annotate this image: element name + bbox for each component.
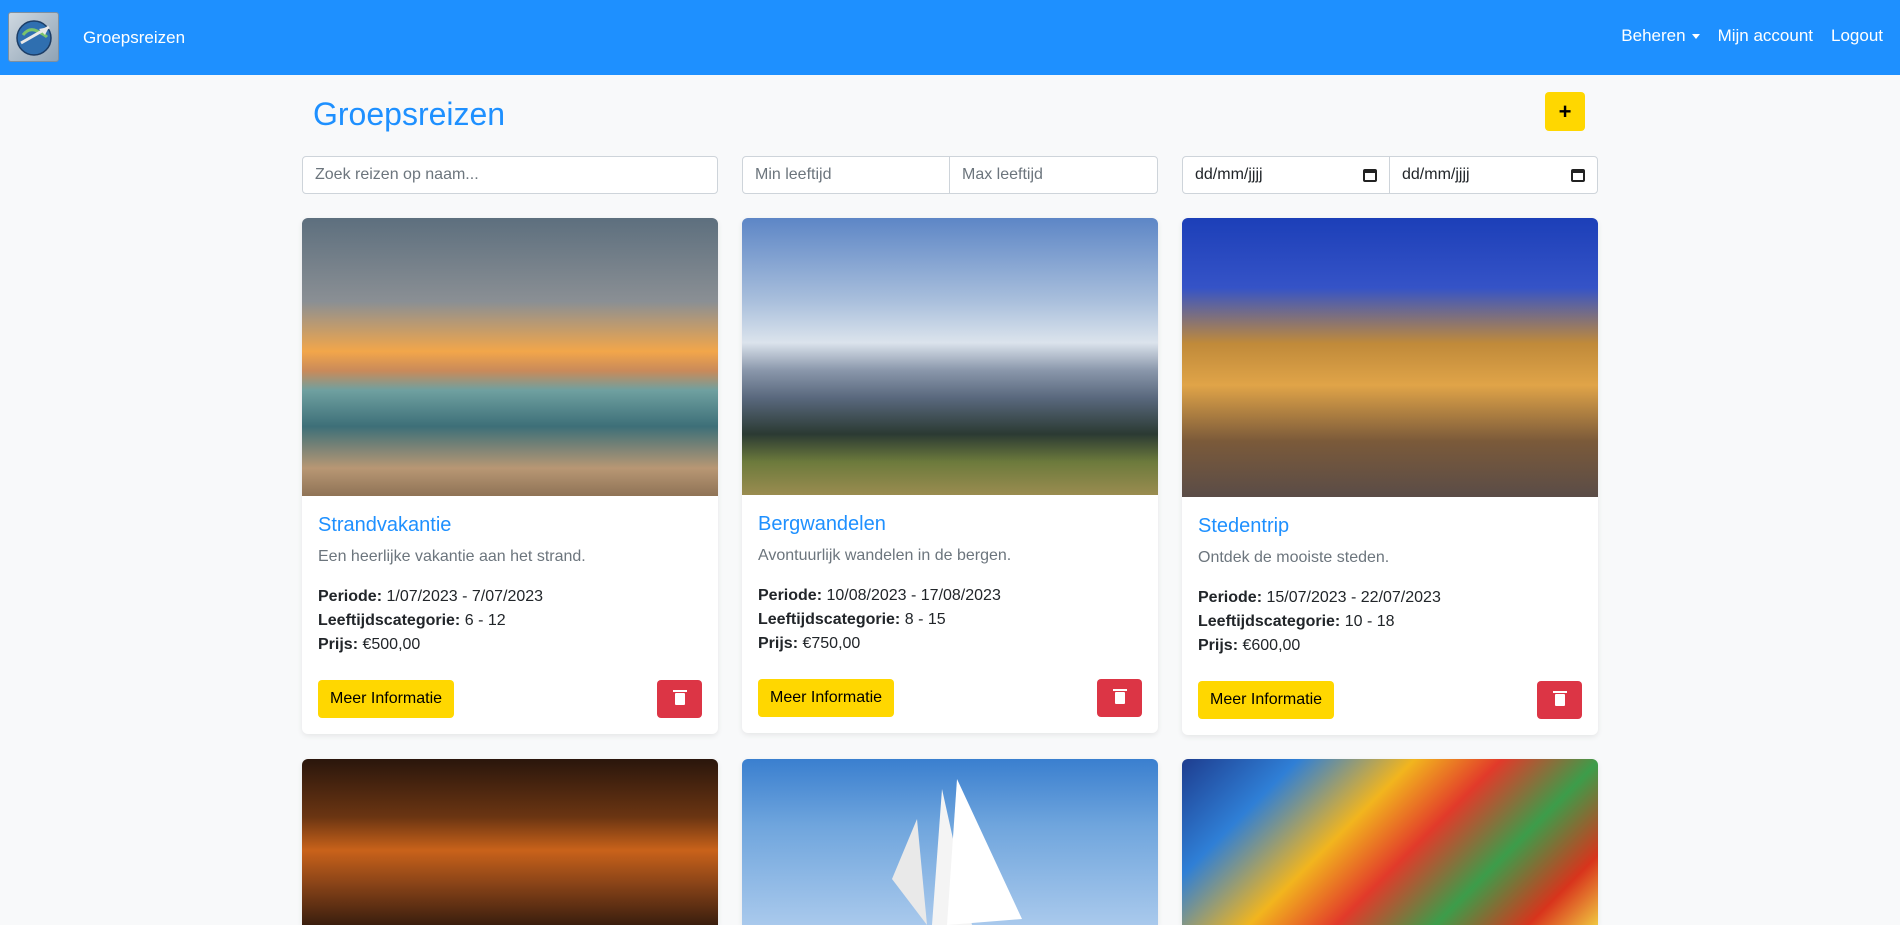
periode-label: Periode:	[1198, 589, 1263, 606]
trip-image-painting	[1182, 759, 1598, 925]
date-to-input[interactable]: dd/mm/jjjj	[1389, 156, 1598, 194]
nav-logout-link[interactable]: Logout	[1831, 26, 1883, 46]
trash-icon	[1552, 691, 1567, 706]
periode-label: Periode:	[318, 588, 383, 605]
date-to-value: dd/mm/jjjj	[1402, 166, 1470, 183]
meer-informatie-button[interactable]: Meer Informatie	[1198, 681, 1335, 719]
prijs-value: €600,00	[1242, 637, 1301, 654]
prijs-label: Prijs:	[758, 635, 799, 652]
nav-beheren-dropdown[interactable]: Beheren	[1621, 26, 1700, 46]
page-title: Groepsreizen	[313, 96, 506, 132]
periode-value: 1/07/2023 - 7/07/2023	[386, 588, 544, 605]
delete-button[interactable]	[657, 680, 702, 718]
calendar-icon[interactable]	[1363, 168, 1377, 182]
trip-image-forest	[302, 759, 718, 925]
periode-value: 10/08/2023 - 17/08/2023	[826, 587, 1001, 604]
navbar: Groepsreizen Beheren Mijn account Logout	[0, 0, 1900, 75]
trip-title: Stedentrip	[1198, 515, 1290, 537]
nav-beheren-label: Beheren	[1621, 26, 1686, 45]
meer-informatie-button[interactable]: Meer Informatie	[758, 679, 895, 717]
trip-card	[1182, 759, 1598, 925]
trip-title: Strandvakantie	[318, 514, 452, 536]
trip-card: Strandvakantie Een heerlijke vakantie aa…	[302, 218, 718, 734]
trip-prijs: Prijs: €750,00	[758, 635, 860, 653]
date-from-value: dd/mm/jjjj	[1195, 166, 1263, 183]
delete-button[interactable]	[1097, 679, 1142, 717]
prijs-label: Prijs:	[1198, 637, 1239, 654]
prijs-value: €500,00	[362, 636, 421, 653]
leeftijd-label: Leeftijdscategorie:	[318, 612, 461, 629]
trip-card: Stedentrip Ontdek de mooiste steden. Per…	[1182, 218, 1598, 735]
search-input[interactable]	[302, 156, 718, 194]
calendar-icon[interactable]	[1571, 168, 1585, 182]
trip-periode: Periode: 15/07/2023 - 22/07/2023	[1198, 589, 1441, 607]
trip-image-city	[1182, 218, 1598, 497]
chevron-down-icon	[1691, 34, 1700, 40]
trip-card	[302, 759, 718, 925]
leeftijd-label: Leeftijdscategorie:	[1198, 613, 1341, 630]
nav-account-link[interactable]: Mijn account	[1718, 26, 1813, 46]
prijs-label: Prijs:	[318, 636, 359, 653]
periode-value: 15/07/2023 - 22/07/2023	[1266, 589, 1441, 606]
trip-description: Avontuurlijk wandelen in de bergen.	[758, 547, 1012, 564]
trip-periode: Periode: 10/08/2023 - 17/08/2023	[758, 587, 1001, 605]
trip-title: Bergwandelen	[758, 513, 886, 535]
leeftijd-label: Leeftijdscategorie:	[758, 611, 901, 628]
trip-prijs: Prijs: €600,00	[1198, 637, 1300, 655]
periode-label: Periode:	[758, 587, 823, 604]
trip-description: Ontdek de mooiste steden.	[1198, 549, 1390, 566]
trip-card: Bergwandelen Avontuurlijk wandelen in de…	[742, 218, 1158, 733]
add-trip-button[interactable]: +	[1545, 92, 1585, 131]
leeftijd-value: 10 - 18	[1344, 613, 1395, 630]
trip-leeftijd: Leeftijdscategorie: 10 - 18	[1198, 613, 1395, 631]
max-age-input[interactable]	[949, 156, 1158, 194]
leeftijd-value: 8 - 15	[904, 611, 946, 628]
prijs-value: €750,00	[802, 635, 861, 652]
date-from-input[interactable]: dd/mm/jjjj	[1182, 156, 1390, 194]
trip-prijs: Prijs: €500,00	[318, 636, 420, 654]
trip-leeftijd: Leeftijdscategorie: 6 - 12	[318, 612, 506, 630]
min-age-input[interactable]	[742, 156, 950, 194]
brand-link[interactable]: Groepsreizen	[83, 28, 185, 48]
delete-button[interactable]	[1537, 681, 1582, 719]
trip-image-sailboat	[742, 759, 1158, 925]
trash-icon	[672, 690, 687, 705]
trip-card	[742, 759, 1158, 925]
trip-periode: Periode: 1/07/2023 - 7/07/2023	[318, 588, 543, 606]
trip-leeftijd: Leeftijdscategorie: 8 - 15	[758, 611, 946, 629]
trash-icon	[1112, 689, 1127, 704]
meer-informatie-button[interactable]: Meer Informatie	[318, 680, 455, 718]
leeftijd-value: 6 - 12	[464, 612, 506, 629]
trip-description: Een heerlijke vakantie aan het strand.	[318, 548, 586, 565]
logo-icon[interactable]	[8, 12, 59, 62]
trip-image-mountain	[742, 218, 1158, 495]
trip-image-beach	[302, 218, 718, 496]
nav-links: Beheren Mijn account Logout	[1621, 26, 1883, 46]
